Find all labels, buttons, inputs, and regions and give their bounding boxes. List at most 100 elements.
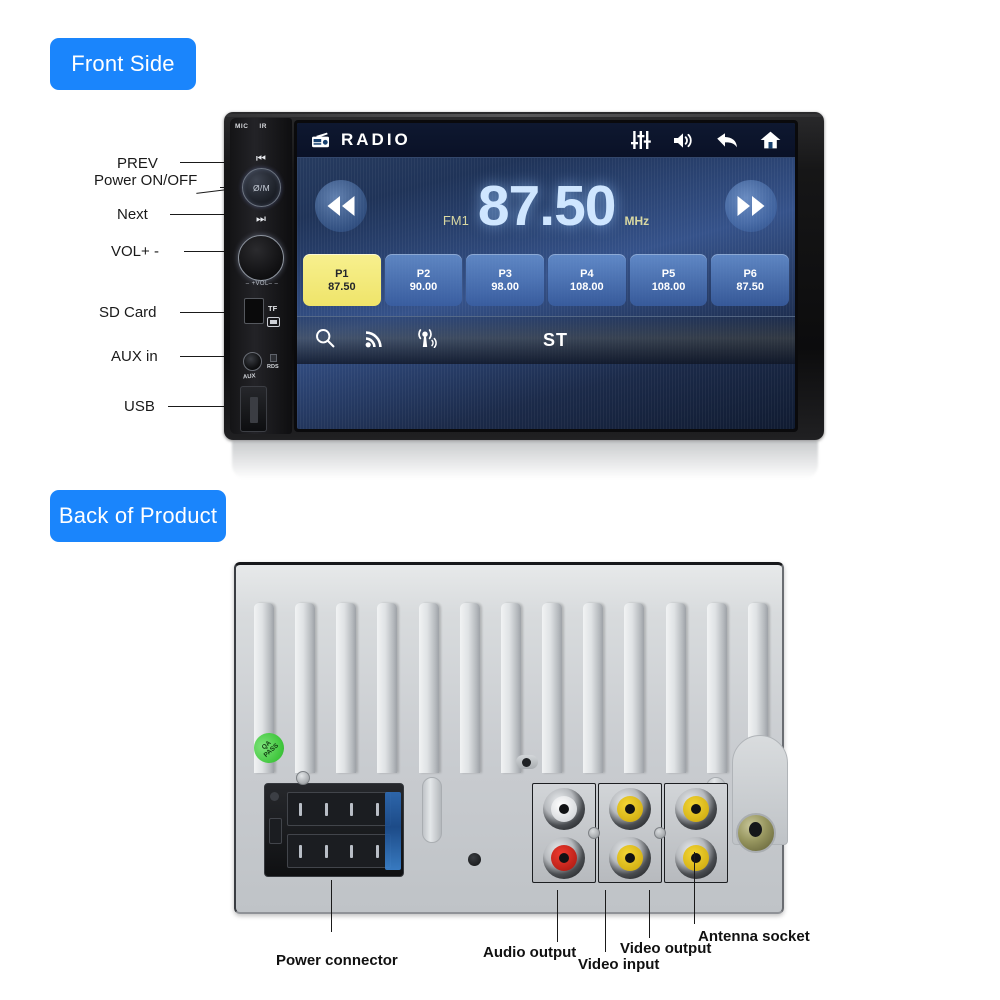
rca-ring-red — [551, 844, 577, 871]
rca-hole — [691, 852, 701, 863]
leader-line-power-connector — [331, 880, 332, 932]
rca-ring-yellow — [683, 844, 709, 871]
callout-vol-label: VOL+ - — [111, 243, 159, 260]
product-diagram-page: Front Side PREV Power ON/OFF Next VOL+ -… — [0, 0, 1000, 1000]
antenna-socket[interactable] — [736, 813, 776, 853]
callout-power-label: Power ON/OFF — [94, 172, 198, 189]
callout-antenna-socket: Antenna socket — [698, 928, 810, 945]
stereo-indicator[interactable]: ST — [543, 330, 568, 351]
preset-6-frequency: 87.50 — [736, 280, 764, 293]
rds-label: RDS — [267, 364, 279, 370]
mic-label: MIC — [235, 123, 249, 130]
broadcast-antenna-icon[interactable] — [415, 328, 437, 353]
callout-aux-in: AUX in — [111, 348, 158, 365]
aux-input-jack[interactable] — [243, 352, 262, 371]
seek-up-icon — [737, 196, 765, 216]
prev-track-button[interactable]: ⏮ — [244, 152, 278, 166]
rss-signal-icon[interactable] — [365, 328, 385, 353]
rca-jack-white[interactable] — [543, 787, 585, 830]
preset-2-frequency: 90.00 — [409, 280, 438, 293]
heatsink-fins — [254, 603, 768, 773]
next-icon: ⏭ — [256, 213, 266, 225]
car-stereo-back-panel: QA PASS — [234, 562, 788, 914]
seek-down-button[interactable] — [315, 180, 367, 232]
leader-line-video-input — [605, 890, 606, 952]
callout-sd-card: SD Card — [99, 304, 157, 321]
heatsink-fin — [542, 603, 563, 773]
radio-icon — [311, 132, 331, 148]
search-icon[interactable] — [315, 328, 335, 353]
rca-jack-red[interactable] — [543, 836, 585, 879]
preset-button-row: P1 87.50 P2 90.00 P3 98.00 P4 108.00 P5 … — [297, 254, 795, 306]
left-control-bezel: MIC IR ⏮ Ø/M ⏭ – +VOL– – TF RDS AUX — [230, 118, 292, 434]
callout-audio-output: Audio output — [483, 944, 576, 961]
rca-ring-yellow — [617, 844, 643, 871]
preset-button-3[interactable]: P3 98.00 — [466, 254, 545, 306]
home-icon[interactable] — [760, 131, 781, 149]
callout-antenna-socket-label: Antenna socket — [698, 928, 810, 945]
power-connector-notch — [269, 818, 282, 844]
callout-usb: USB — [124, 398, 155, 415]
power-connector-pin-row-bottom — [287, 834, 391, 868]
preset-button-2[interactable]: P2 90.00 — [384, 254, 463, 306]
connector-pin — [324, 844, 328, 858]
callout-aux-in-label: AUX in — [111, 348, 158, 365]
section-badge-front-label: Front Side — [71, 51, 175, 76]
leader-line-video-output — [649, 890, 650, 938]
bezel-mic-ir-markings: MIC IR — [235, 123, 289, 130]
heatsink-fin — [706, 603, 727, 773]
rca-jack-yellow[interactable] — [609, 787, 651, 830]
connector-pin — [350, 844, 354, 858]
rca-jack-yellow[interactable] — [609, 836, 651, 879]
rca-hole — [625, 803, 635, 814]
front-unit-reflection — [232, 441, 818, 479]
preset-1-frequency: 87.50 — [328, 280, 356, 293]
callout-video-input-label: Video input — [578, 956, 660, 973]
power-button-label: Ø/M — [253, 182, 270, 193]
preset-button-6[interactable]: P6 87.50 — [711, 254, 790, 306]
equalizer-icon[interactable] — [631, 131, 651, 149]
seek-up-button[interactable] — [725, 180, 777, 232]
rca-jack-yellow[interactable] — [675, 787, 717, 830]
preset-button-1[interactable]: P1 87.50 — [303, 254, 381, 306]
power-mode-button[interactable]: Ø/M — [242, 168, 281, 207]
section-badge-back-of-product: Back of Product — [50, 490, 226, 542]
ir-label: IR — [259, 123, 267, 130]
heatsink-fin — [459, 603, 480, 773]
car-stereo-front-unit: MIC IR ⏮ Ø/M ⏭ – +VOL– – TF RDS AUX RADI… — [224, 112, 824, 440]
preset-2-number: P2 — [416, 267, 431, 280]
center-screw — [468, 853, 481, 866]
preset-1-number: P1 — [335, 267, 349, 280]
touchscreen-display[interactable]: RADIO FM1 87.50 MHz P1 87.50 P2 90.00 P3… — [297, 123, 795, 429]
touchscreen-frame: RADIO FM1 87.50 MHz P1 87.50 P2 90.00 P3… — [294, 120, 798, 432]
next-track-button[interactable]: ⏭ — [244, 212, 278, 226]
rca-ring-yellow — [683, 795, 709, 822]
band-label: FM1 — [442, 212, 469, 228]
preset-5-frequency: 108.00 — [651, 280, 686, 293]
rca-panel-screw — [654, 827, 666, 839]
callout-vol: VOL+ - — [111, 243, 159, 260]
tf-sd-card-slot[interactable] — [244, 298, 264, 324]
preset-4-frequency: 108.00 — [570, 280, 604, 293]
video-input-jack-panel[interactable] — [598, 783, 662, 883]
preset-button-4[interactable]: P4 108.00 — [548, 254, 626, 306]
heatsink-screw — [516, 755, 538, 769]
frequency-display: FM1 87.50 MHz — [367, 173, 725, 238]
callout-next-label: Next — [117, 206, 148, 223]
volume-icon[interactable] — [673, 132, 694, 149]
preset-button-5[interactable]: P5 108.00 — [629, 254, 708, 306]
rca-jack-yellow[interactable] — [675, 836, 717, 879]
video-output-jack-panel[interactable] — [664, 783, 728, 883]
heatsink-fin — [583, 603, 604, 773]
frequency-value: 87.50 — [477, 173, 617, 238]
back-arrow-icon[interactable] — [716, 132, 738, 149]
prev-icon: ⏮ — [256, 153, 266, 165]
callout-prev: PREV — [117, 155, 158, 172]
rca-hole — [559, 852, 569, 863]
volume-knob[interactable] — [238, 235, 284, 281]
connector-pin — [375, 844, 379, 858]
usb-port[interactable] — [240, 386, 267, 432]
audio-output-jack-panel[interactable] — [532, 783, 596, 883]
rca-hole — [625, 852, 635, 863]
power-connector-block[interactable] — [264, 783, 404, 877]
